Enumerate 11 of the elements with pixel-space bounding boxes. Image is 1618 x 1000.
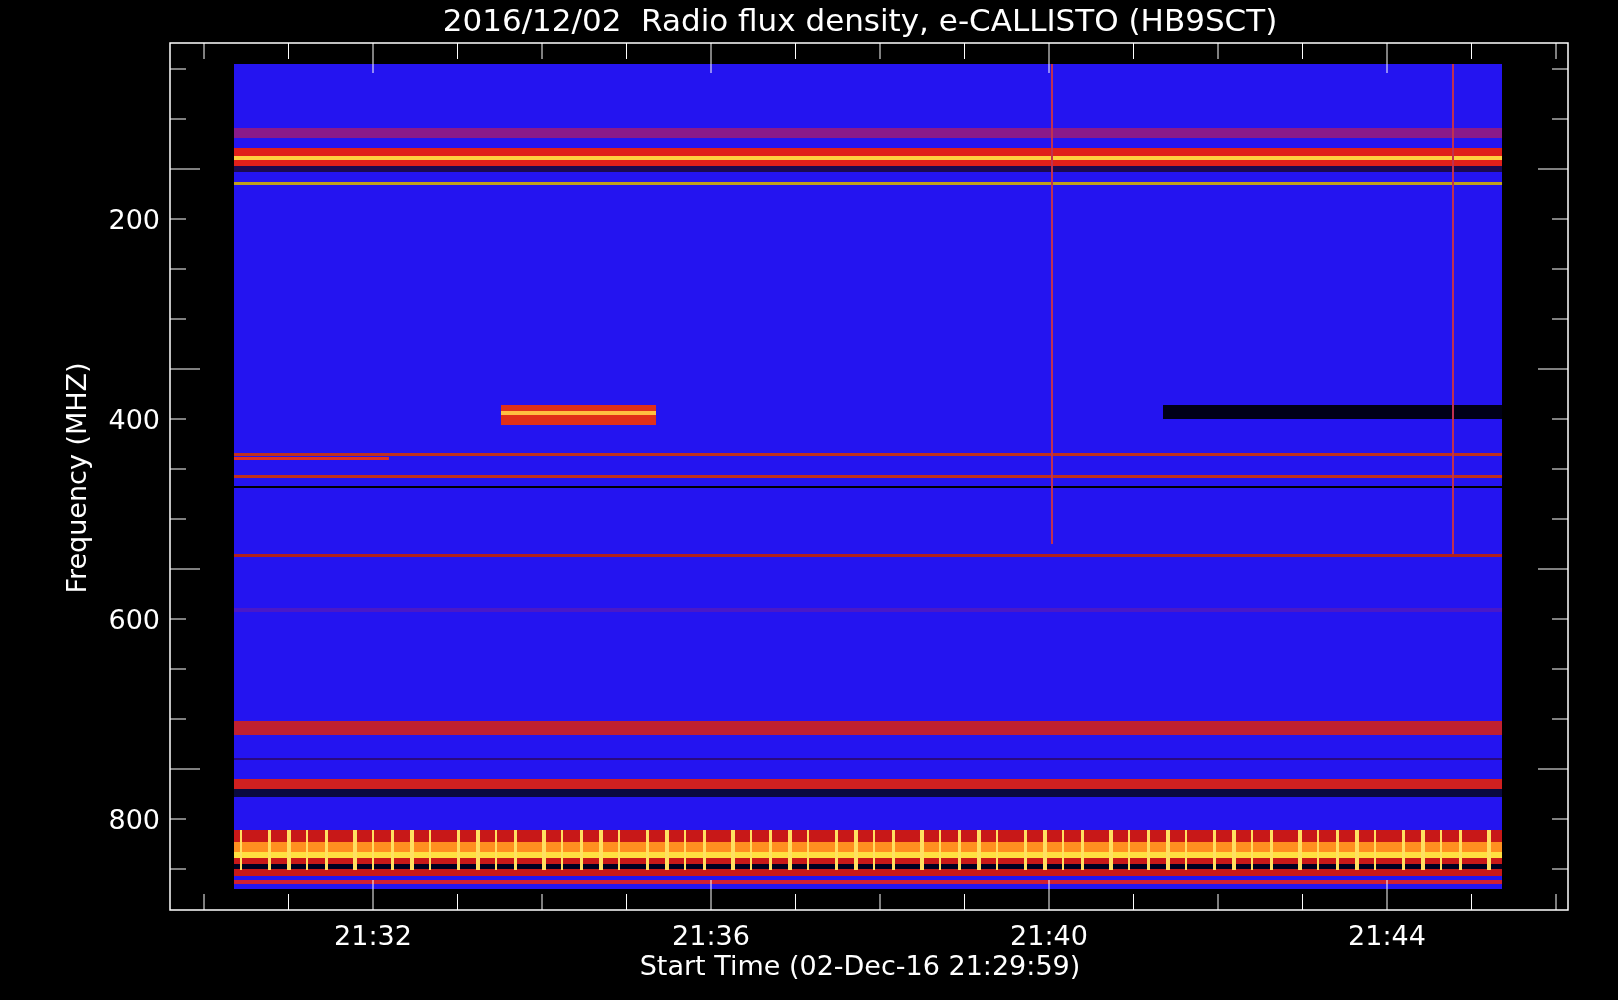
y-tick-label: 800 <box>108 804 160 835</box>
chart-title: 2016/12/02 Radio flux density, e-CALLISTO (HB9SCT) <box>442 2 1278 38</box>
y-axis-title: Frequency (MHZ) <box>61 362 92 594</box>
x-tick-label: 21:40 <box>1010 920 1088 951</box>
y-tick-label: 400 <box>108 404 160 435</box>
x-tick-label: 21:36 <box>672 920 750 951</box>
x-axis-title: Start Time (02-Dec-16 21:29:59) <box>639 950 1081 981</box>
x-tick-label: 21:44 <box>1348 920 1426 951</box>
y-tick-label: 600 <box>108 604 160 635</box>
y-tick-label: 200 <box>108 204 160 235</box>
x-tick-label: 21:32 <box>334 920 412 951</box>
